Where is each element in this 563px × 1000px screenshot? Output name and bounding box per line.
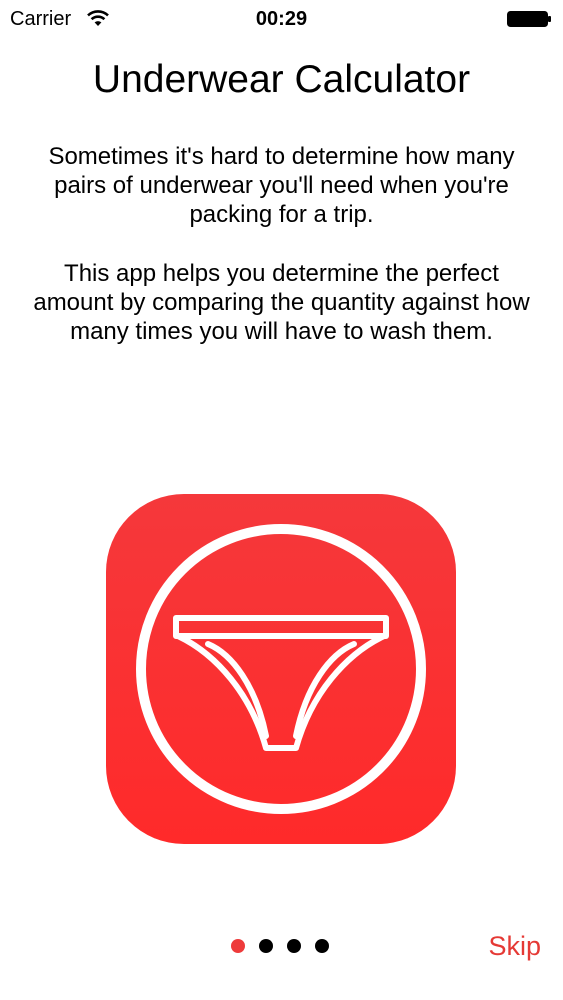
status-time: 00:29 xyxy=(255,8,308,30)
status-bar: Carrier 00:29 xyxy=(0,0,563,38)
skip-button[interactable]: Skip xyxy=(488,930,541,962)
page-dot-1[interactable] xyxy=(231,939,245,953)
page-indicator[interactable] xyxy=(231,939,329,955)
description-paragraph: This app helps you determine the perfect… xyxy=(33,260,530,345)
page-dot-3[interactable] xyxy=(287,939,301,953)
onboarding-screen: Carrier 00:29 Underwear Calculator Somet… xyxy=(0,0,563,1000)
page-title: Underwear Calculator xyxy=(92,58,471,101)
underwear-icon xyxy=(106,494,456,844)
battery-icon xyxy=(507,11,551,27)
intro-paragraph: Sometimes it's hard to determine how man… xyxy=(48,143,515,228)
page-dot-2[interactable] xyxy=(259,939,273,953)
page-dot-4[interactable] xyxy=(315,939,329,953)
